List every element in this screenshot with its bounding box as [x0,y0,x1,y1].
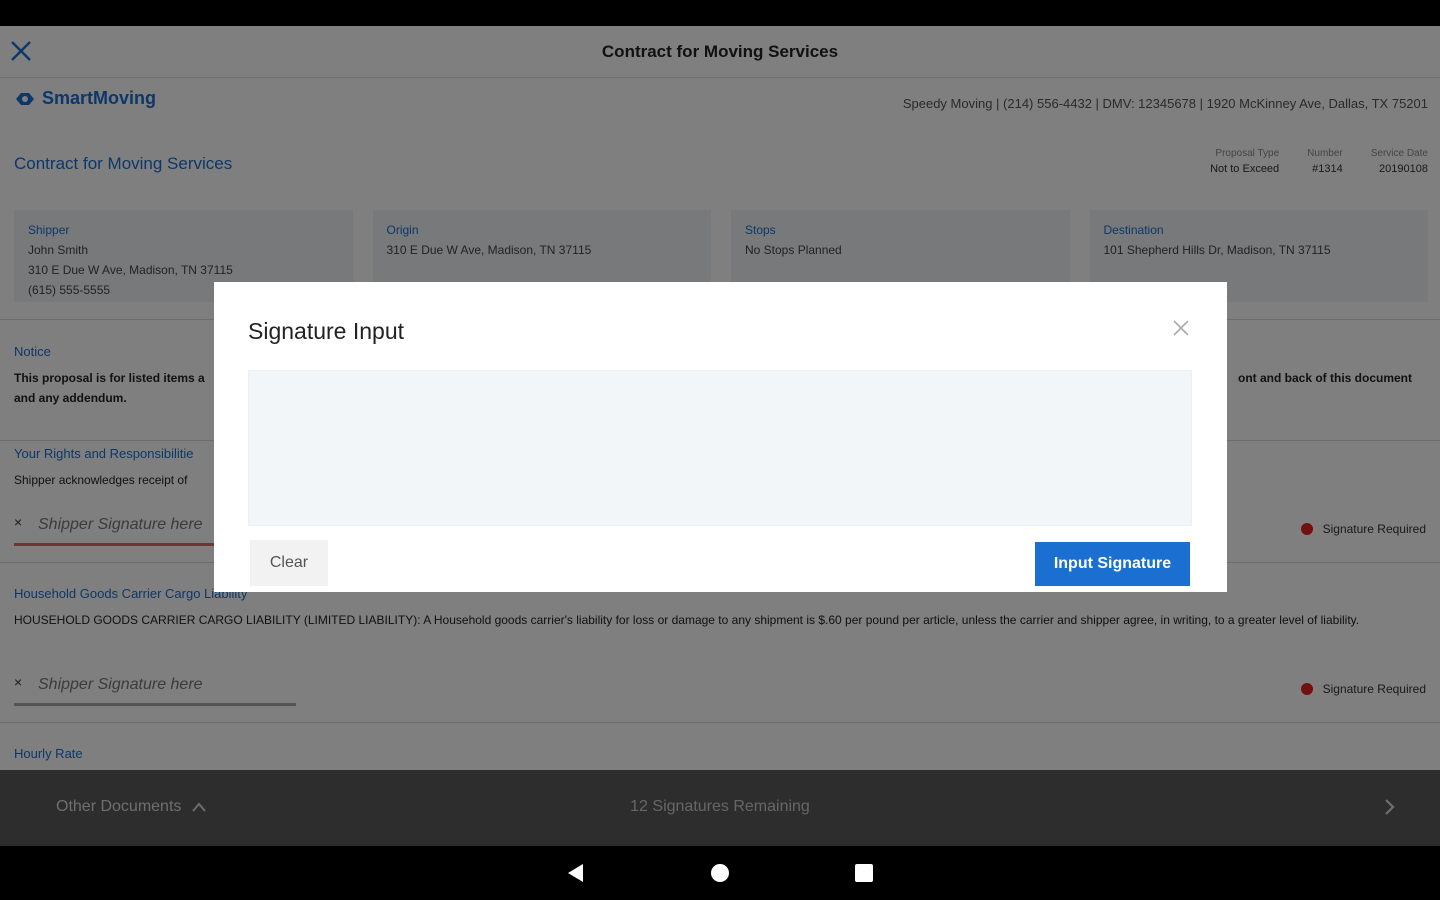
screen: Contract for Moving Services SmartMoving… [0,0,1440,900]
back-icon[interactable] [563,860,589,886]
input-signature-button[interactable]: Input Signature [1035,542,1190,586]
signature-pad[interactable] [248,370,1192,526]
signature-input-dialog: Signature Input Clear Input Signature [214,282,1227,592]
home-icon[interactable] [707,860,733,886]
android-nav-bar [0,846,1440,900]
close-icon[interactable] [1171,318,1191,338]
clear-button[interactable]: Clear [250,540,328,586]
recents-icon[interactable] [851,860,877,886]
status-bar [0,0,1440,26]
dialog-title: Signature Input [248,318,405,344]
